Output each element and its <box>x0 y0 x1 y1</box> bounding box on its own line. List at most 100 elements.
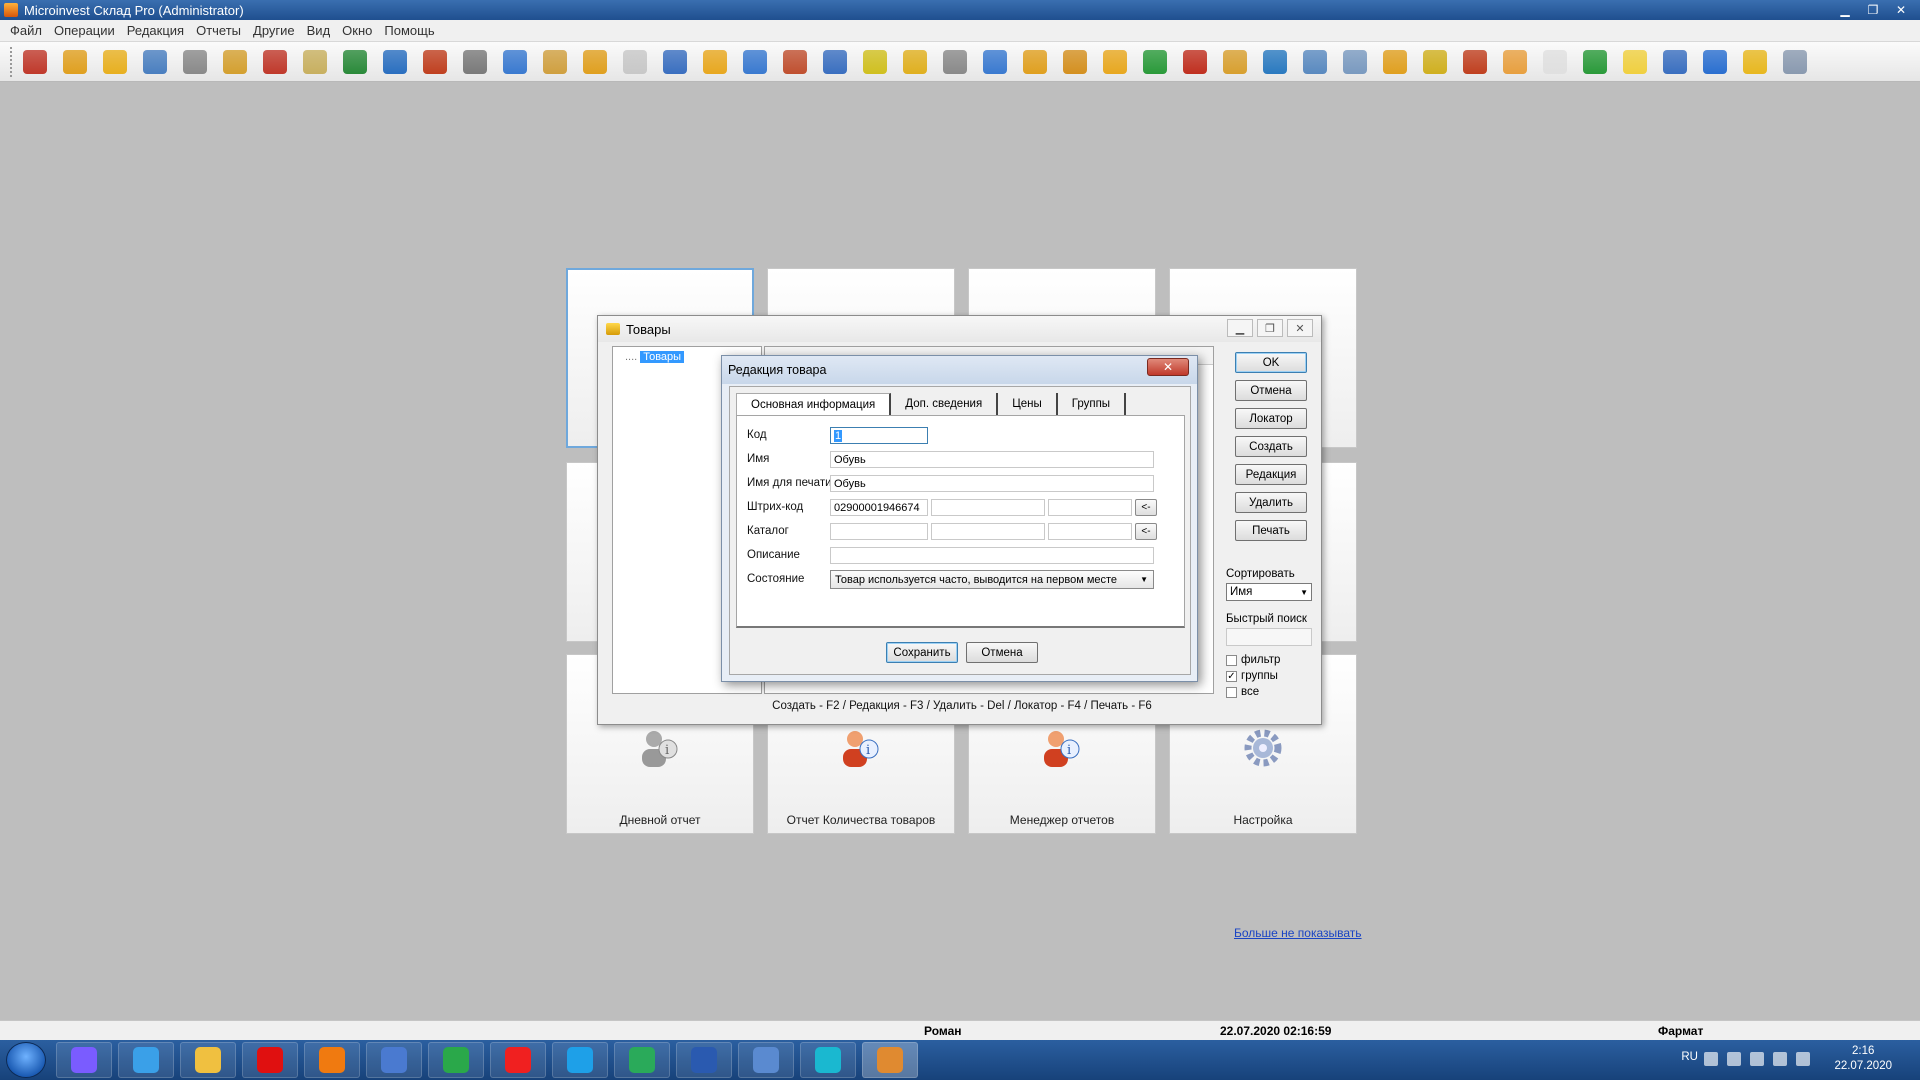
toolbar-grip[interactable] <box>10 46 14 77</box>
barcode-input-3[interactable] <box>1048 499 1132 516</box>
calendar-button[interactable] <box>978 45 1012 79</box>
folder-button[interactable] <box>1618 45 1652 79</box>
tools-button[interactable] <box>138 45 172 79</box>
barcode-shift-button[interactable]: <- <box>1135 499 1157 516</box>
barcode-input-2[interactable] <box>931 499 1045 516</box>
network-taskbar-button[interactable] <box>366 1042 422 1078</box>
restore-icon[interactable]: ❐ <box>1257 319 1283 337</box>
cash-register-button[interactable] <box>1698 45 1732 79</box>
ok-button[interactable] <box>378 45 412 79</box>
edit-dialog-titlebar[interactable]: Редакция товара <box>722 356 1197 384</box>
sort-select[interactable]: Имя ▼ <box>1226 583 1312 601</box>
opera-taskbar-button[interactable] <box>242 1042 298 1078</box>
lock-button[interactable] <box>1738 45 1772 79</box>
refresh-button[interactable] <box>858 45 892 79</box>
save-button[interactable]: Сохранить <box>886 642 958 663</box>
locator-button[interactable]: Локатор <box>1235 408 1307 429</box>
close-icon[interactable]: ✕ <box>1888 1 1914 18</box>
monitor-button[interactable] <box>498 45 532 79</box>
name-input[interactable]: Обувь <box>830 451 1154 468</box>
tree-node-root[interactable]: .... Товары <box>625 351 685 363</box>
box-doc-button[interactable] <box>1058 45 1092 79</box>
sale-button[interactable] <box>98 45 132 79</box>
user-button[interactable] <box>658 45 692 79</box>
start-button[interactable] <box>6 1042 46 1078</box>
groups-checkbox[interactable]: ✓ группы <box>1226 668 1280 684</box>
users-button[interactable] <box>778 45 812 79</box>
show-hidden-icon[interactable] <box>1704 1052 1718 1066</box>
delete-button[interactable]: Удалить <box>1235 492 1307 513</box>
trolley-button[interactable] <box>458 45 492 79</box>
menu-help[interactable]: Помощь <box>380 23 438 38</box>
minimize-icon[interactable]: ▁ <box>1227 319 1253 337</box>
volume-icon[interactable] <box>1796 1052 1810 1066</box>
coins-button[interactable] <box>898 45 932 79</box>
exit-button[interactable] <box>18 45 52 79</box>
minimize-icon[interactable]: ▁ <box>1832 1 1858 18</box>
doc-box-button[interactable] <box>1218 45 1252 79</box>
menu-operations[interactable]: Операции <box>50 23 119 38</box>
delivery-button[interactable] <box>58 45 92 79</box>
all-checkbox[interactable]: все <box>1226 684 1280 700</box>
menu-edit[interactable]: Редакция <box>123 23 188 38</box>
cancel-button[interactable]: Отмена <box>1235 380 1307 401</box>
catalog-input-1[interactable] <box>830 523 928 540</box>
skype-taskbar-button[interactable] <box>552 1042 608 1078</box>
menu-window[interactable]: Окно <box>338 23 376 38</box>
print-button[interactable]: Печать <box>1235 520 1307 541</box>
close-icon[interactable]: ✕ <box>1287 319 1313 337</box>
menu-other[interactable]: Другие <box>249 23 299 38</box>
viber-taskbar-button[interactable] <box>800 1042 856 1078</box>
vpn-taskbar-button[interactable] <box>614 1042 670 1078</box>
box-in-button[interactable] <box>1018 45 1052 79</box>
language-indicator[interactable]: RU <box>1681 1051 1698 1063</box>
tab-groups[interactable]: Группы <box>1057 393 1127 415</box>
alice-taskbar-button[interactable] <box>56 1042 112 1078</box>
clipboard-button[interactable] <box>538 45 572 79</box>
box-green-button[interactable] <box>1138 45 1172 79</box>
print-name-input[interactable]: Обувь <box>830 475 1154 492</box>
create-button[interactable]: Создать <box>1235 436 1307 457</box>
wrench-button[interactable] <box>938 45 972 79</box>
action-center-icon[interactable] <box>1727 1052 1741 1066</box>
catalog-input-2[interactable] <box>931 523 1045 540</box>
person-doc-button[interactable] <box>1498 45 1532 79</box>
network-signal-icon[interactable] <box>1773 1052 1787 1066</box>
box-move-button[interactable] <box>1378 45 1412 79</box>
cancel-button[interactable]: Отмена <box>966 642 1038 663</box>
people-button[interactable] <box>258 45 292 79</box>
doc-in-button[interactable] <box>1578 45 1612 79</box>
checkbox-box[interactable]: ✓ <box>1226 670 1237 682</box>
menu-reports[interactable]: Отчеты <box>192 23 245 38</box>
house-button[interactable] <box>738 45 772 79</box>
menu-view[interactable]: Вид <box>303 23 335 38</box>
state-select[interactable]: Товар используется часто, выводится на п… <box>830 570 1154 589</box>
cart-button[interactable] <box>178 45 212 79</box>
close-icon[interactable]: ✕ <box>1147 358 1189 376</box>
restore-icon[interactable]: ❐ <box>1860 1 1886 18</box>
yandex-taskbar-button[interactable] <box>490 1042 546 1078</box>
word-taskbar-button[interactable] <box>676 1042 732 1078</box>
ie-taskbar-button[interactable] <box>118 1042 174 1078</box>
ok-button[interactable]: OK <box>1235 352 1307 373</box>
checkbox-box[interactable] <box>1226 686 1237 698</box>
box-button[interactable] <box>218 45 252 79</box>
checkbox-box[interactable] <box>1226 654 1237 666</box>
report-button[interactable] <box>1458 45 1492 79</box>
arrow-left-button[interactable] <box>418 45 452 79</box>
arrow-right-button[interactable] <box>338 45 372 79</box>
mail-button[interactable] <box>618 45 652 79</box>
code-input[interactable]: 1 <box>830 427 928 444</box>
barcode-input-1[interactable]: 02900001946674 <box>830 499 928 516</box>
tab-prices[interactable]: Цены <box>998 393 1058 415</box>
quick-search-input[interactable] <box>1226 628 1312 646</box>
box-add-button[interactable] <box>1098 45 1132 79</box>
tab-main-info[interactable]: Основная информация <box>736 393 892 415</box>
pliers-button[interactable] <box>818 45 852 79</box>
clock[interactable]: 2:16 22.07.2020 <box>1834 1044 1892 1074</box>
box-tag-button[interactable] <box>1418 45 1452 79</box>
tools2-button[interactable] <box>1298 45 1332 79</box>
dont-show-again-link[interactable]: Больше не показывать <box>1234 926 1362 940</box>
settings-button[interactable] <box>1778 45 1812 79</box>
book-button[interactable] <box>578 45 612 79</box>
